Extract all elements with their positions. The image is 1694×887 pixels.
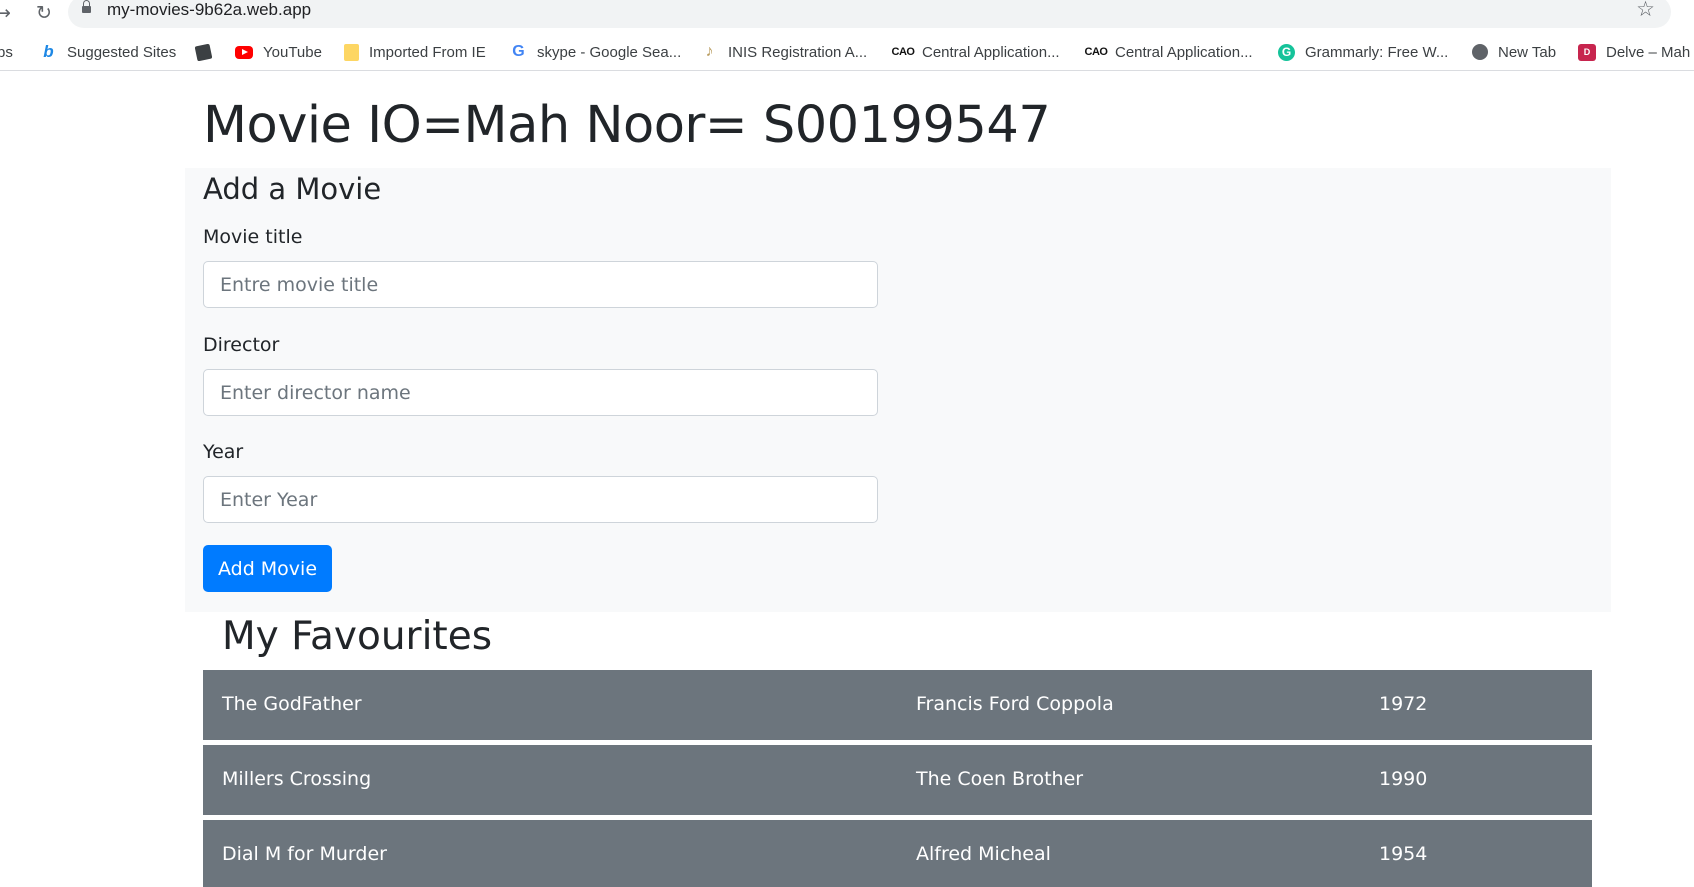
- bookmark-label: YouTube: [263, 43, 322, 61]
- add-movie-form: Add a Movie Movie title Director Year Ad…: [185, 168, 1611, 612]
- folder-icon: [344, 43, 359, 61]
- movie-director: The Coen Brother: [916, 768, 1084, 790]
- browser-toolbar: → ↻ my-movies-9b62a.web.app ☆: [0, 0, 1694, 28]
- bookmark-star-icon[interactable]: ☆: [1636, 0, 1655, 21]
- bookmark-label: ps: [0, 43, 13, 61]
- bookmark-label: Central Application...: [922, 43, 1060, 61]
- movie-director: Francis Ford Coppola: [916, 693, 1114, 715]
- bookmark-inis[interactable]: ♪ INIS Registration A...: [701, 40, 868, 64]
- movie-year: 1954: [1379, 843, 1428, 865]
- globe-icon: [1472, 44, 1488, 60]
- movie-year: 1990: [1379, 768, 1428, 790]
- bookmark-label: Central Application...: [1115, 43, 1253, 61]
- movie-title-label: Movie title: [203, 226, 303, 248]
- movie-row[interactable]: The GodFather Francis Ford Coppola 1972: [203, 670, 1592, 740]
- bookmark-label: New Tab: [1498, 43, 1557, 61]
- movie-title: Millers Crossing: [222, 768, 372, 790]
- bookmark-label: Suggested Sites: [67, 43, 177, 61]
- bookmarks-bar: ps b Suggested Sites YouTube Imported Fr…: [0, 35, 1694, 71]
- year-input[interactable]: [203, 476, 878, 523]
- bookmark-apps[interactable]: ps: [0, 40, 13, 64]
- youtube-icon: [235, 45, 253, 59]
- harp-icon: ♪: [705, 43, 714, 60]
- movie-row[interactable]: Millers Crossing The Coen Brother 1990: [203, 745, 1592, 815]
- bookmark-central-application-1[interactable]: CAO Central Application...: [892, 40, 1060, 64]
- bookmark-skype-google[interactable]: G skype - Google Sea...: [510, 40, 681, 64]
- bing-icon: b: [43, 42, 54, 61]
- movie-title: Dial M for Murder: [222, 843, 387, 865]
- bookmark-imported-from-ie[interactable]: Imported From IE: [344, 40, 486, 64]
- movie-year: 1972: [1379, 693, 1428, 715]
- google-icon: G: [512, 43, 525, 60]
- bookmark-label: skype - Google Sea...: [537, 43, 682, 61]
- movie-director: Alfred Micheal: [916, 843, 1051, 865]
- bookmark-delve[interactable]: D Delve – Mah: [1578, 40, 1690, 64]
- grammarly-icon: G: [1278, 43, 1295, 61]
- add-movie-button[interactable]: Add Movie: [203, 545, 332, 592]
- bookmark-central-application-2[interactable]: CAO Central Application...: [1085, 40, 1253, 64]
- year-label: Year: [203, 441, 244, 463]
- reload-icon[interactable]: ↻: [33, 1, 55, 25]
- url-text[interactable]: my-movies-9b62a.web.app: [107, 0, 311, 20]
- cube-icon: [194, 43, 213, 61]
- cao-icon: CAO: [1084, 46, 1108, 58]
- director-input[interactable]: [203, 369, 878, 416]
- favourites-heading: My Favourites: [222, 614, 493, 659]
- page-title: Movie IO=Mah Noor= S00199547: [203, 96, 1051, 155]
- cao-icon: CAO: [891, 46, 915, 58]
- forward-arrow-icon[interactable]: →: [0, 1, 14, 25]
- bookmark-cube[interactable]: [194, 40, 221, 64]
- bookmark-youtube[interactable]: YouTube: [235, 40, 322, 64]
- bookmark-grammarly[interactable]: G Grammarly: Free W...: [1278, 40, 1448, 64]
- delve-icon: D: [1578, 43, 1596, 61]
- bookmark-label: Imported From IE: [369, 43, 486, 61]
- movie-title-input[interactable]: [203, 261, 878, 308]
- lock-icon: [82, 0, 91, 13]
- director-label: Director: [203, 334, 280, 356]
- address-bar[interactable]: my-movies-9b62a.web.app ☆: [68, 0, 1671, 28]
- form-heading: Add a Movie: [203, 172, 382, 206]
- bookmark-new-tab[interactable]: New Tab: [1472, 40, 1556, 64]
- bookmark-label: INIS Registration A...: [728, 43, 868, 61]
- movie-row[interactable]: Dial M for Murder Alfred Micheal 1954: [203, 820, 1592, 887]
- movie-title: The GodFather: [222, 693, 362, 715]
- bookmark-label: Grammarly: Free W...: [1305, 43, 1449, 61]
- bookmark-label: Delve – Mah: [1606, 43, 1691, 61]
- bookmark-suggested-sites[interactable]: b Suggested Sites: [40, 40, 176, 64]
